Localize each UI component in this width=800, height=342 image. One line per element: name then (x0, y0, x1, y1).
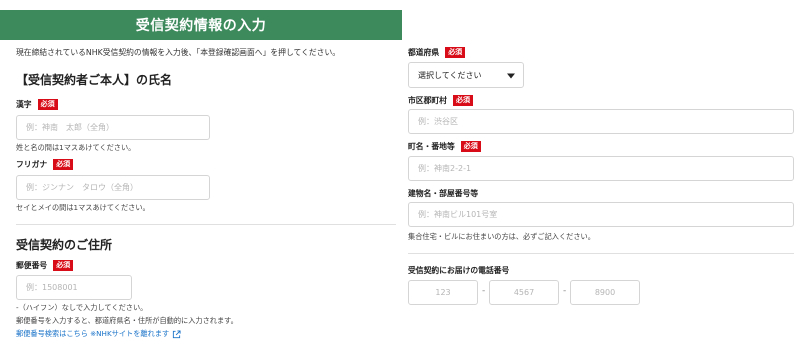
prefecture-label: 都道府県 必須 (408, 47, 466, 58)
furigana-label: フリガナ 必須 (16, 159, 74, 170)
kanji-label: 漢字 必須 (16, 99, 58, 110)
phone-part1-placeholder: 123 (435, 288, 451, 297)
prefecture-select-value: 選択してください (418, 70, 482, 80)
required-badge: 必須 (53, 159, 74, 170)
required-badge: 必須 (37, 99, 58, 110)
section-divider (16, 224, 396, 225)
kanji-note: 姓と名の間は1マスあけてください。 (16, 143, 136, 152)
phone-part3-input[interactable]: 8900 (570, 280, 640, 305)
furigana-note: セイとメイの間は1マスあけてください。 (16, 203, 150, 212)
building-label: 建物名・部屋番号等 (408, 188, 478, 199)
chevron-down-icon (507, 73, 515, 79)
town-placeholder: 例：神南2-2-1 (418, 164, 472, 173)
address-section-heading: 受信契約のご住所 (16, 238, 113, 252)
phone-part2-placeholder: 4567 (513, 288, 535, 297)
building-placeholder: 例：神南ビル101号室 (418, 210, 498, 219)
phone-part3-placeholder: 8900 (594, 288, 616, 297)
phone-label-text: 受信契約にお届けの電話番号 (408, 266, 510, 275)
form-title: 受信契約情報の入力 (135, 18, 267, 34)
postal-note-hyphen: -（ハイフン）なしで入力してください。 (16, 303, 148, 312)
form-banner: 受信契約情報の入力 (0, 10, 402, 40)
town-input[interactable]: 例：神南2-2-1 (408, 156, 794, 181)
required-badge: 必須 (460, 141, 481, 152)
external-link-icon (173, 329, 181, 338)
section-divider (408, 253, 794, 254)
phone-part2-input[interactable]: 4567 (489, 280, 559, 305)
phone-separator: - (482, 286, 486, 296)
furigana-label-text: フリガナ (16, 160, 48, 169)
required-badge: 必須 (445, 47, 466, 58)
phone-label: 受信契約にお届けの電話番号 (408, 265, 509, 276)
town-label: 町名・番地等 必須 (408, 141, 481, 152)
postal-label-text: 郵便番号 (16, 261, 48, 270)
intro-text: 現在締結されているNHK受信契約の情報を入力後、「本登録確認画面へ」を押してくだ… (16, 48, 341, 57)
city-placeholder: 例：渋谷区 (418, 117, 458, 126)
building-note: 集合住宅・ビルにお住まいの方は、必ずご記入ください。 (408, 232, 595, 241)
city-label: 市区郡町村 必須 (408, 95, 473, 106)
prefecture-select[interactable]: 選択してください (408, 62, 524, 88)
postal-search-link-text[interactable]: 郵便番号検索はこちら ※NHKサイトを離れます (16, 329, 169, 339)
kanji-name-input[interactable]: 例：神南 太郎（全角） (16, 115, 210, 140)
postal-note-autofill: 郵便番号を入力すると、都道府県名・住所が自動的に入力されます。 (16, 316, 238, 325)
postal-code-input[interactable]: 例：1508001 (16, 275, 132, 300)
postal-code-placeholder: 例：1508001 (26, 283, 78, 292)
furigana-name-placeholder: 例：ジンナン タロウ（全角） (26, 183, 138, 192)
kanji-name-placeholder: 例：神南 太郎（全角） (26, 123, 114, 132)
required-badge: 必須 (53, 260, 74, 271)
town-label-text: 町名・番地等 (408, 142, 455, 151)
kanji-label-text: 漢字 (16, 100, 32, 109)
furigana-name-input[interactable]: 例：ジンナン タロウ（全角） (16, 175, 210, 200)
building-label-text: 建物名・部屋番号等 (408, 189, 479, 198)
name-section-heading: 【受信契約者ご本人】の氏名 (16, 73, 173, 87)
city-input[interactable]: 例：渋谷区 (408, 109, 794, 134)
prefecture-label-text: 都道府県 (408, 48, 440, 57)
phone-part1-input[interactable]: 123 (408, 280, 478, 305)
city-label-text: 市区郡町村 (408, 96, 447, 105)
required-badge: 必須 (452, 95, 473, 106)
phone-separator: - (563, 286, 567, 296)
postal-search-link[interactable]: 郵便番号検索はこちら ※NHKサイトを離れます (16, 329, 181, 339)
postal-label: 郵便番号 必須 (16, 260, 74, 271)
building-input[interactable]: 例：神南ビル101号室 (408, 202, 794, 227)
